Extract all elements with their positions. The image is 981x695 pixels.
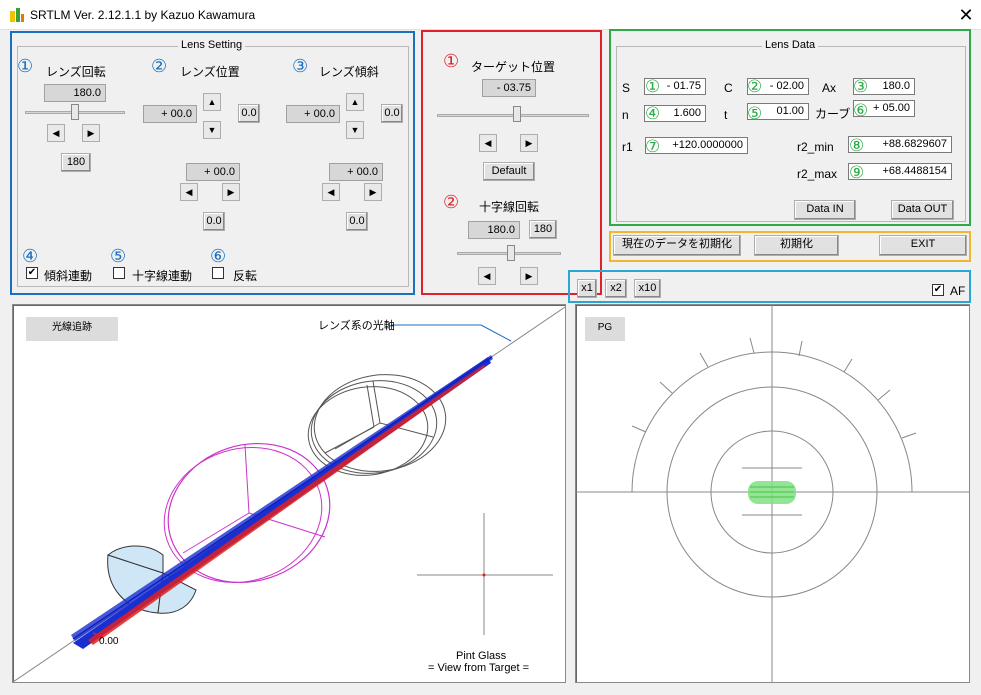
c-number: ② bbox=[747, 77, 763, 97]
position-down-button[interactable]: ▼ bbox=[203, 121, 221, 139]
position-up-button[interactable]: ▲ bbox=[203, 93, 221, 111]
tilt-link-checkbox[interactable]: ✔ bbox=[26, 267, 38, 279]
pint-glass-label: Pint Glass bbox=[456, 650, 507, 662]
cross-rotation-number: ② bbox=[443, 192, 460, 213]
ray-trace-drawing bbox=[13, 306, 565, 682]
n-number: ④ bbox=[645, 104, 661, 124]
axis-coord-label: 0.00 bbox=[99, 636, 119, 647]
lens-data-title: Lens Data bbox=[762, 39, 819, 51]
tilt-link-number: ④ bbox=[22, 246, 39, 267]
c-label: C bbox=[724, 81, 733, 95]
position-value-vertical: + 00.0 bbox=[143, 105, 197, 123]
af-label: AF bbox=[950, 284, 966, 298]
reverse-number: ⑥ bbox=[210, 246, 227, 267]
lens-setting-title: Lens Setting bbox=[178, 39, 246, 51]
cross-right-button[interactable]: ▶ bbox=[520, 267, 538, 285]
target-position-number: ① bbox=[443, 51, 460, 72]
tilt-value-vertical: + 00.0 bbox=[286, 105, 340, 123]
r1-number: ⑦ bbox=[645, 137, 661, 157]
r1-label: r1 bbox=[622, 140, 633, 154]
curve-number: ⑥ bbox=[853, 101, 869, 121]
zoom-x10-button[interactable]: x10 bbox=[634, 279, 661, 298]
position-right-button[interactable]: ▶ bbox=[222, 183, 240, 201]
r2min-label: r2_min bbox=[797, 140, 834, 154]
r2max-number: ⑨ bbox=[849, 163, 865, 183]
zoom-x2-button[interactable]: x2 bbox=[605, 279, 627, 298]
r2min-number: ⑧ bbox=[849, 136, 865, 156]
tilt-down-button[interactable]: ▼ bbox=[346, 121, 364, 139]
position-number: ② bbox=[151, 56, 168, 77]
position-left-button[interactable]: ◀ bbox=[180, 183, 198, 201]
tilt-up-button[interactable]: ▲ bbox=[346, 93, 364, 111]
target-default-button[interactable]: Default bbox=[483, 162, 535, 181]
reverse-label: 反転 bbox=[233, 269, 258, 283]
target-position-label: ターゲット位置 bbox=[471, 60, 556, 74]
cross-link-checkbox[interactable] bbox=[113, 267, 125, 279]
rotation-label: レンズ回転 bbox=[46, 65, 106, 79]
cross-left-button[interactable]: ◀ bbox=[478, 267, 496, 285]
rotation-right-button[interactable]: ▶ bbox=[82, 124, 100, 142]
position-value-horizontal: + 00.0 bbox=[186, 163, 240, 181]
tilt-left-button[interactable]: ◀ bbox=[322, 183, 340, 201]
tilt-number: ③ bbox=[292, 56, 309, 77]
rotation-value: 180.0 bbox=[44, 84, 106, 102]
close-icon[interactable]: ✕ bbox=[955, 4, 977, 26]
data-out-button[interactable]: Data OUT bbox=[891, 200, 954, 220]
tilt-zero-horizontal-button[interactable]: 0.0 bbox=[346, 212, 368, 231]
zoom-highlight bbox=[568, 270, 971, 303]
cross-rotation-slider-thumb[interactable] bbox=[507, 245, 515, 261]
app-icon bbox=[10, 8, 24, 22]
cross-rotation-value: 180.0 bbox=[468, 221, 520, 239]
cross-rotation-label: 十字線回転 bbox=[479, 200, 540, 214]
s-label: S bbox=[622, 81, 631, 95]
ax-number: ③ bbox=[853, 77, 869, 97]
n-label: n bbox=[622, 108, 629, 122]
exit-button[interactable]: EXIT bbox=[879, 235, 967, 256]
target-left-button[interactable]: ◀ bbox=[479, 134, 497, 152]
optical-axis-label: レンズ系の光軸 bbox=[318, 320, 395, 332]
af-checkbox[interactable]: ✔ bbox=[932, 284, 944, 296]
tilt-right-button[interactable]: ▶ bbox=[364, 183, 382, 201]
rotation-left-button[interactable]: ◀ bbox=[47, 124, 65, 142]
target-position-value: - 03.75 bbox=[482, 79, 536, 97]
curve-label: カーブ bbox=[815, 107, 851, 121]
cross-rotation-180-button[interactable]: 180 bbox=[529, 220, 557, 239]
target-right-button[interactable]: ▶ bbox=[520, 134, 538, 152]
reset-current-data-button[interactable]: 現在のデータを初期化 bbox=[613, 235, 741, 256]
s-number: ① bbox=[645, 77, 661, 97]
tilt-zero-vertical-button[interactable]: 0.0 bbox=[381, 104, 403, 123]
pint-glass-drawing bbox=[576, 305, 969, 682]
tilt-value-horizontal: + 00.0 bbox=[329, 163, 383, 181]
r2max-label: r2_max bbox=[797, 167, 838, 181]
r1-field[interactable]: +120.0000000 bbox=[645, 137, 748, 154]
reverse-checkbox[interactable] bbox=[212, 267, 224, 279]
zoom-x1-button[interactable]: x1 bbox=[577, 279, 597, 298]
ax-label: Ax bbox=[822, 81, 837, 95]
rotation-180-button[interactable]: 180 bbox=[61, 153, 91, 172]
data-in-button[interactable]: Data IN bbox=[794, 200, 856, 220]
cross-link-number: ⑤ bbox=[110, 246, 127, 267]
rotation-slider-thumb[interactable] bbox=[71, 104, 79, 120]
tilt-label: レンズ傾斜 bbox=[319, 65, 379, 79]
window-title: SRTLM Ver. 2.12.1.1 by Kazuo Kawamura bbox=[30, 8, 256, 22]
rotation-number: ① bbox=[17, 56, 34, 77]
position-zero-vertical-button[interactable]: 0.0 bbox=[238, 104, 260, 123]
cross-link-label: 十字線連動 bbox=[132, 269, 193, 283]
pg-tag: PG bbox=[585, 317, 625, 341]
lens-data-group bbox=[616, 46, 966, 222]
t-label: t bbox=[724, 108, 728, 122]
pint-glass-view[interactable]: PG bbox=[575, 304, 970, 683]
view-from-target-label: = View from Target = bbox=[428, 662, 530, 674]
ray-trace-tag: 光線追跡 bbox=[26, 317, 118, 341]
position-zero-horizontal-button[interactable]: 0.0 bbox=[203, 212, 225, 231]
ray-trace-view[interactable]: 光線追跡 レンズ系の光軸 0.00 Pint Glass = View from… bbox=[12, 304, 566, 683]
target-position-slider-thumb[interactable] bbox=[513, 106, 521, 122]
tilt-link-label: 傾斜連動 bbox=[44, 269, 93, 283]
reset-button[interactable]: 初期化 bbox=[754, 235, 839, 256]
t-number: ⑤ bbox=[747, 104, 763, 124]
position-label: レンズ位置 bbox=[180, 65, 240, 79]
